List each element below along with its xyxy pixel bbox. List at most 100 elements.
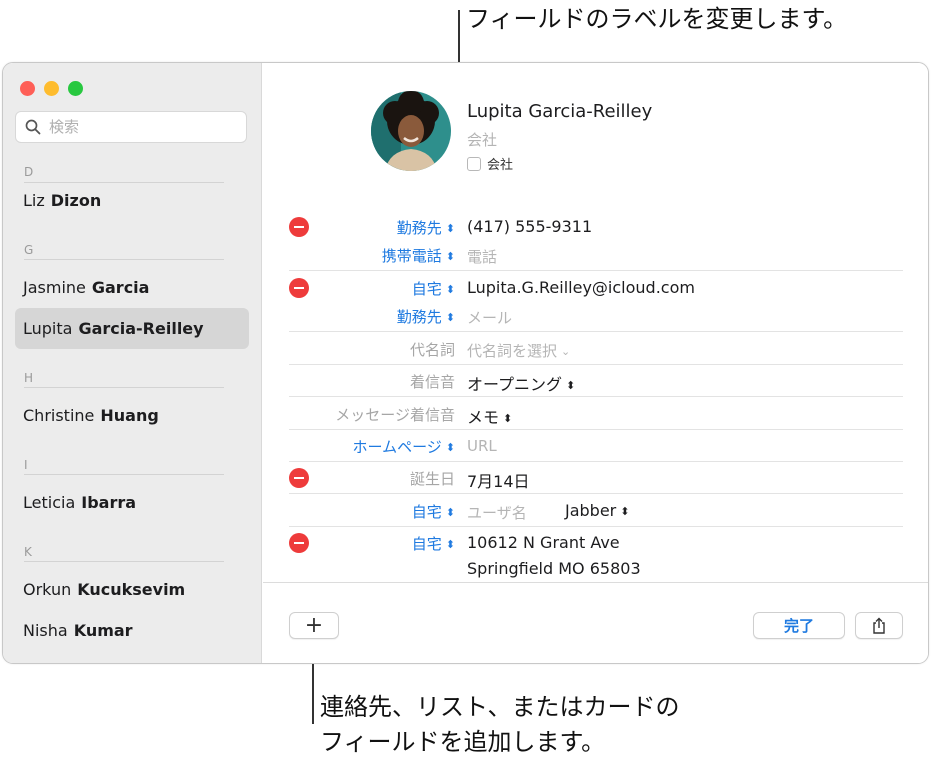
stepper-chevron-icon: ⬍ [503,412,513,425]
company-checkbox[interactable] [467,156,481,171]
address-line1[interactable]: 10612 N Grant Ave [467,533,620,552]
homepage-label: ホームページ [352,438,442,456]
contacts-window: D Liz Dizon G Jasmine Garcia Lupita Garcia-… [2,62,929,664]
email-home-value[interactable]: Lupita.G.Reilley@icloud.com [467,278,695,297]
group-divider [24,387,224,388]
im-service-popup[interactable]: Jabber ⬍ [565,501,629,520]
search-input[interactable] [49,118,239,136]
im-service-value: Jabber [565,501,617,520]
contact-last-name: Garcia [91,278,150,297]
email-work-field[interactable]: メール [467,307,512,328]
section-divider [289,396,903,397]
im-label-popup[interactable]: 自宅 ⬍ [412,501,455,522]
ringtone-popup[interactable]: オープニング ⬍ [467,371,575,395]
search-field[interactable] [15,111,247,143]
text-tone-value: メモ [467,408,500,427]
callout-add-field: 連絡先、リスト、またはカードの フィールドを追加します。 [320,690,680,760]
contact-leticia-ibarra[interactable]: Leticia Ibarra [15,482,249,523]
add-field-button[interactable]: + [289,612,339,639]
contact-first-name: Jasmine [23,278,86,297]
contact-last-name: Huang [100,406,159,425]
stepper-chevron-icon: ⬍ [445,222,455,235]
group-header-g: G [24,243,34,257]
contact-first-name: Lupita [23,319,73,338]
contact-first-name: Orkun [23,580,72,599]
group-header-i: I [24,458,29,472]
contact-last-name: Dizon [50,191,102,210]
share-button[interactable] [855,612,903,639]
contact-christine-huang[interactable]: Christine Huang [15,395,249,436]
stepper-chevron-icon: ⬍ [445,538,455,551]
close-window-button[interactable] [20,81,35,96]
share-icon [873,617,885,634]
im-label: 自宅 [411,503,442,521]
section-divider [289,526,903,527]
company-field[interactable]: 会社 [467,129,497,150]
phone-mobile-label-popup[interactable]: 携帯電話 ⬍ [382,245,455,266]
birthday-label: 誕生日 [409,470,455,488]
birthday-value[interactable]: 7月14日 [467,468,530,492]
callout-add-field-line2: フィールドを追加します。 [320,727,606,756]
company-checkbox-row[interactable]: 会社 [467,154,513,173]
address-line2[interactable]: Springfield MO 65803 [467,559,641,578]
section-divider [289,364,903,365]
contact-lupita-garcia-reilley[interactable]: Lupita Garcia-Reilley [15,308,249,349]
section-divider [289,270,903,271]
done-button[interactable]: 完了 [753,612,845,639]
callout-change-label: フィールドのラベルを変更します。 [466,5,848,33]
pronoun-popup[interactable]: 代名詞を選択 ⌄ [467,340,570,361]
section-divider [289,429,903,430]
group-divider [24,561,224,562]
email-home-label-popup[interactable]: 自宅 ⬍ [412,278,455,299]
remove-field-icon[interactable] [289,217,309,237]
homepage-field[interactable]: URL [467,437,497,455]
contact-name[interactable]: Lupita Garcia-Reilley [467,101,652,122]
stepper-chevron-icon: ⬍ [445,250,455,263]
stepper-chevron-icon: ⬍ [445,311,455,324]
contact-last-name: Garcia-Reilley [78,319,204,338]
phone-work-label: 勤務先 [396,219,442,237]
email-work-label: 勤務先 [396,308,442,326]
ringtone-value: オープニング [467,375,563,394]
phone-work-label-popup[interactable]: 勤務先 ⬍ [397,217,455,238]
section-divider [289,461,903,462]
phone-work-value[interactable]: (417) 555-9311 [467,217,592,236]
pronoun-value: 代名詞を選択 [467,342,558,360]
remove-field-icon[interactable] [289,468,309,488]
phone-mobile-field[interactable]: 電話 [467,246,497,267]
zoom-window-button[interactable] [68,81,83,96]
chevron-down-icon: ⌄ [561,345,571,358]
group-header-h: H [24,371,34,385]
group-header-k: K [24,545,33,559]
stepper-chevron-icon: ⬍ [566,379,576,392]
minimize-window-button[interactable] [44,81,59,96]
contact-nisha-kumar[interactable]: Nisha Kumar [15,610,249,651]
contact-card: Lupita Garcia-Reilley 会社 会社 勤務先 ⬍ (417) 5… [263,63,928,663]
remove-field-icon[interactable] [289,533,309,553]
email-work-label-popup[interactable]: 勤務先 ⬍ [397,306,455,327]
text-tone-popup[interactable]: メモ ⬍ [467,404,512,428]
im-username-field[interactable]: ユーザ名 [467,502,527,523]
remove-field-icon[interactable] [289,278,309,298]
address-label-popup[interactable]: 自宅 ⬍ [412,533,455,554]
email-home-label: 自宅 [411,280,442,298]
contact-jasmine-garcia[interactable]: Jasmine Garcia [15,267,249,308]
contact-last-name: Kumar [73,621,133,640]
section-divider [289,331,903,332]
contact-first-name: Leticia [23,493,76,512]
contact-first-name: Liz [23,191,45,210]
contact-avatar[interactable] [371,91,451,171]
homepage-label-popup[interactable]: ホームページ ⬍ [353,436,455,457]
contact-first-name: Nisha [23,621,68,640]
group-divider [24,259,224,260]
contact-orkun-kucuksevim[interactable]: Orkun Kucuksevim [15,569,249,610]
stepper-chevron-icon: ⬍ [445,283,455,296]
stepper-chevron-icon: ⬍ [620,505,630,518]
footer-divider [263,582,928,583]
group-divider [24,474,224,475]
search-icon [25,119,41,135]
group-header-d: D [24,165,34,179]
avatar-photo [371,91,451,171]
contact-liz-dizon[interactable]: Liz Dizon [15,180,249,221]
stepper-chevron-icon: ⬍ [445,506,455,519]
